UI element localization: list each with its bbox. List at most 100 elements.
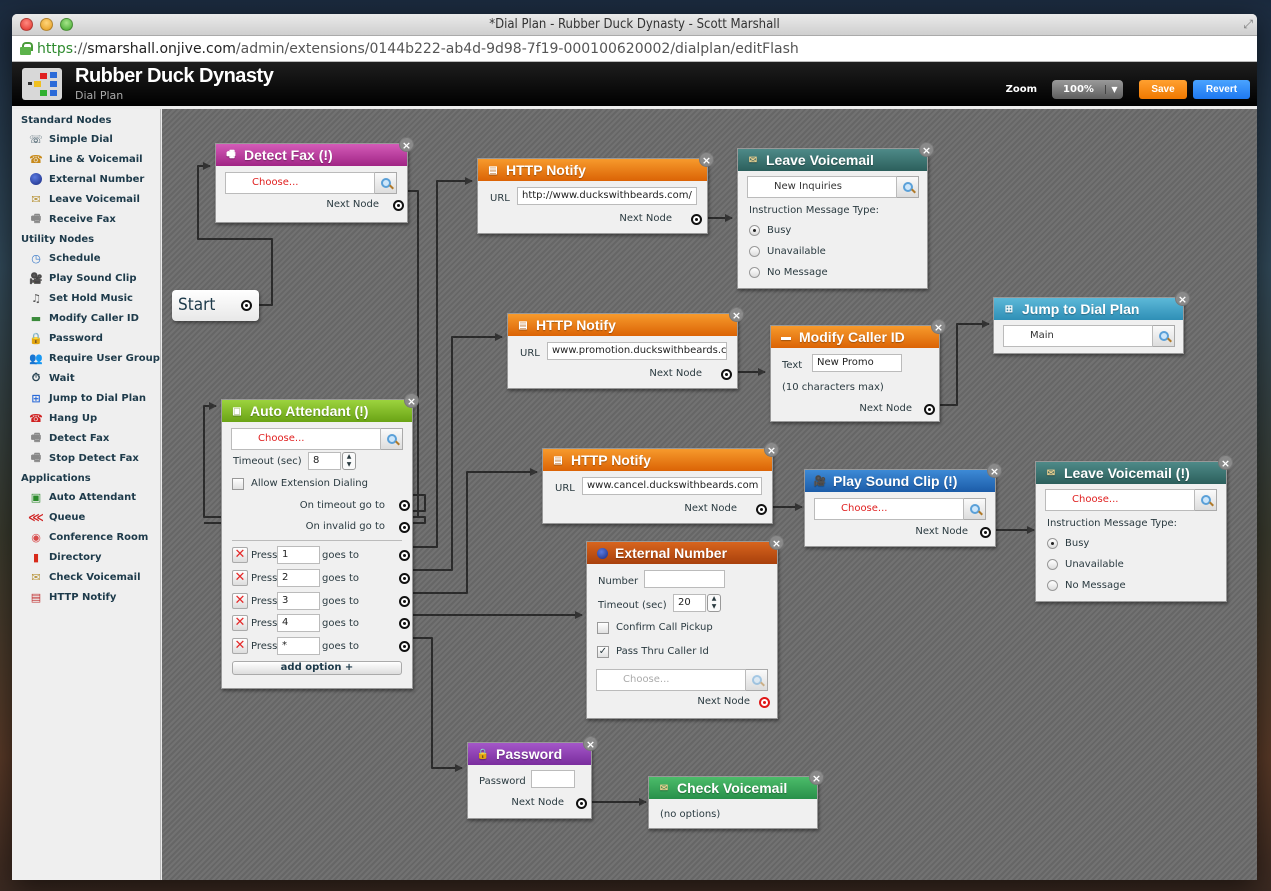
close-node-button[interactable]: × xyxy=(399,137,414,152)
url-input[interactable]: www.cancel.duckswithbeards.com xyxy=(582,477,762,495)
auto-attendant-header[interactable]: ▣ Auto Attendant (!) xyxy=(222,400,412,422)
check-voicemail-header[interactable]: ✉ Check Voicemail xyxy=(649,777,817,799)
external-number-header[interactable]: External Number xyxy=(587,542,777,564)
detect-fax-node[interactable]: 🖷 Detect Fax (!) × Choose... Next Node xyxy=(215,137,414,223)
remove-option-button[interactable]: ✕ xyxy=(232,615,248,631)
on-invalid-port[interactable] xyxy=(399,522,410,533)
next-node-port[interactable] xyxy=(393,200,404,211)
search-icon[interactable] xyxy=(1195,489,1217,511)
close-node-button[interactable]: × xyxy=(931,319,946,334)
next-node-port-unconnected[interactable] xyxy=(759,697,770,708)
option-key-input[interactable]: 1 xyxy=(277,546,320,564)
zoom-select[interactable]: 100% ▼ xyxy=(1052,80,1123,99)
menu-prompt-chooser[interactable]: Choose... xyxy=(231,428,403,450)
play-sound-clip-header[interactable]: 🎥 Play Sound Clip (!) xyxy=(805,470,995,492)
next-node-port[interactable] xyxy=(980,527,991,538)
leave-voicemail-header[interactable]: ✉ Leave Voicemail (!) xyxy=(1036,462,1226,484)
palette-item-schedule[interactable]: ◷ Schedule xyxy=(12,248,160,268)
remove-option-button[interactable]: ✕ xyxy=(232,547,248,563)
search-icon[interactable] xyxy=(1153,325,1175,347)
pass-thru-caller-id-checkbox[interactable]: ✓ xyxy=(597,646,609,658)
confirm-call-pickup-checkbox[interactable] xyxy=(597,622,609,634)
on-timeout-port[interactable] xyxy=(399,500,410,511)
start-node[interactable]: Start xyxy=(172,290,259,321)
palette-item-jump-to-dial-plan[interactable]: ⊞ Jump to Dial Plan xyxy=(12,388,160,408)
url-input[interactable]: http://www.duckswithbeards.com/ xyxy=(517,187,697,205)
next-node-port[interactable] xyxy=(691,214,702,225)
palette-item-play-sound-clip[interactable]: 🎥 Play Sound Clip xyxy=(12,268,160,288)
option-port[interactable] xyxy=(399,573,410,584)
palette-item-receive-fax[interactable]: 🖷 Receive Fax xyxy=(12,209,160,229)
option-port[interactable] xyxy=(399,641,410,652)
http-notify-node-1[interactable]: ▤ HTTP Notify × URL http://www.duckswithb… xyxy=(477,152,714,234)
dial-plan-chooser[interactable]: Main xyxy=(1003,325,1175,347)
palette-item-leave-voicemail[interactable]: ✉ Leave Voicemail xyxy=(12,189,160,209)
number-input[interactable] xyxy=(644,570,725,588)
next-node-port[interactable] xyxy=(576,798,587,809)
fullscreen-icon[interactable]: ⤢ xyxy=(1243,17,1253,32)
palette-item-check-voicemail[interactable]: ✉ Check Voicemail xyxy=(12,567,160,587)
palette-item-directory[interactable]: ▮ Directory xyxy=(12,547,160,567)
dial-plan-canvas[interactable]: Start 🖷 Detect Fax (!) × Choose... Next N… xyxy=(162,109,1257,880)
close-node-button[interactable]: × xyxy=(583,736,598,751)
palette-item-set-hold-music[interactable]: ♫ Set Hold Music xyxy=(12,288,160,308)
palette-item-auto-attendant[interactable]: ▣ Auto Attendant xyxy=(12,487,160,507)
close-node-button[interactable]: × xyxy=(987,463,1002,478)
radio-unavailable[interactable] xyxy=(749,246,760,257)
timeout-input[interactable]: 8 xyxy=(308,452,341,470)
palette-item-wait[interactable]: ⏱ Wait xyxy=(12,368,160,388)
password-node[interactable]: 🔒 Password × Password Next Node xyxy=(467,736,598,819)
palette-item-line-voicemail[interactable]: ☎ Line & Voicemail xyxy=(12,149,160,169)
search-icon[interactable] xyxy=(746,669,768,691)
password-header[interactable]: 🔒 Password xyxy=(468,743,591,765)
check-voicemail-node[interactable]: ✉ Check Voicemail × (no options) xyxy=(648,770,824,829)
leave-voicemail-node-1[interactable]: ✉ Leave Voicemail × New Inquiries Instruc… xyxy=(737,142,934,289)
caller-id-chooser[interactable]: Choose... xyxy=(596,669,768,691)
radio-busy[interactable] xyxy=(749,225,760,236)
search-icon[interactable] xyxy=(897,176,919,198)
detect-fax-header[interactable]: 🖷 Detect Fax (!) xyxy=(216,144,407,166)
mailbox-chooser[interactable]: Choose... xyxy=(1045,489,1217,511)
close-node-button[interactable]: × xyxy=(809,770,824,785)
add-option-button[interactable]: add option + xyxy=(232,661,402,675)
option-key-input[interactable]: 3 xyxy=(277,592,320,610)
remove-option-button[interactable]: ✕ xyxy=(232,638,248,654)
play-sound-clip-node[interactable]: 🎥 Play Sound Clip (!) × Choose... Next No… xyxy=(804,463,1002,547)
save-button[interactable]: Save xyxy=(1139,80,1187,99)
option-port[interactable] xyxy=(399,550,410,561)
http-notify-node-3[interactable]: ▤ HTTP Notify × URL www.cancel.duckswithb… xyxy=(542,442,779,524)
remove-option-button[interactable]: ✕ xyxy=(232,570,248,586)
palette-item-simple-dial[interactable]: ☏ Simple Dial xyxy=(12,129,160,149)
palette-item-modify-caller-id[interactable]: ▬ Modify Caller ID xyxy=(12,308,160,328)
http-notify-header[interactable]: ▤ HTTP Notify xyxy=(478,159,707,181)
http-notify-header[interactable]: ▤ HTTP Notify xyxy=(508,314,737,336)
timeout-stepper[interactable]: ▲ ▼ xyxy=(342,452,356,470)
close-node-button[interactable]: × xyxy=(404,393,419,408)
modify-caller-id-header[interactable]: ▬ Modify Caller ID xyxy=(771,326,939,348)
palette-item-conference-room[interactable]: ◉ Conference Room xyxy=(12,527,160,547)
close-node-button[interactable]: × xyxy=(699,152,714,167)
option-key-input[interactable]: 2 xyxy=(277,569,320,587)
leave-voicemail-header[interactable]: ✉ Leave Voicemail xyxy=(738,149,927,171)
external-number-node[interactable]: External Number × Number Timeout (sec) 2… xyxy=(586,535,784,719)
remove-option-button[interactable]: ✕ xyxy=(232,593,248,609)
option-port[interactable] xyxy=(399,618,410,629)
palette-item-detect-fax[interactable]: 🖷 Detect Fax xyxy=(12,428,160,448)
palette-item-stop-detect-fax[interactable]: 🖷 Stop Detect Fax xyxy=(12,448,160,468)
mailbox-chooser[interactable]: New Inquiries xyxy=(747,176,919,198)
caller-id-text-input[interactable]: New Promo xyxy=(812,354,902,372)
close-node-button[interactable]: × xyxy=(769,535,784,550)
next-node-port[interactable] xyxy=(924,404,935,415)
close-node-button[interactable]: × xyxy=(919,142,934,157)
close-node-button[interactable]: × xyxy=(764,442,779,457)
search-icon[interactable] xyxy=(375,172,397,194)
palette-item-password[interactable]: 🔒 Password xyxy=(12,328,160,348)
palette-item-external-number[interactable]: External Number xyxy=(12,169,160,189)
jump-to-dial-plan-node[interactable]: ⊞ Jump to Dial Plan × Main xyxy=(993,291,1190,354)
palette-item-hang-up[interactable]: ☎ Hang Up xyxy=(12,408,160,428)
radio-no-message[interactable] xyxy=(1047,580,1058,591)
radio-unavailable[interactable] xyxy=(1047,559,1058,570)
search-icon[interactable] xyxy=(964,498,986,520)
password-input[interactable] xyxy=(531,770,575,788)
option-key-input[interactable]: * xyxy=(277,637,320,655)
